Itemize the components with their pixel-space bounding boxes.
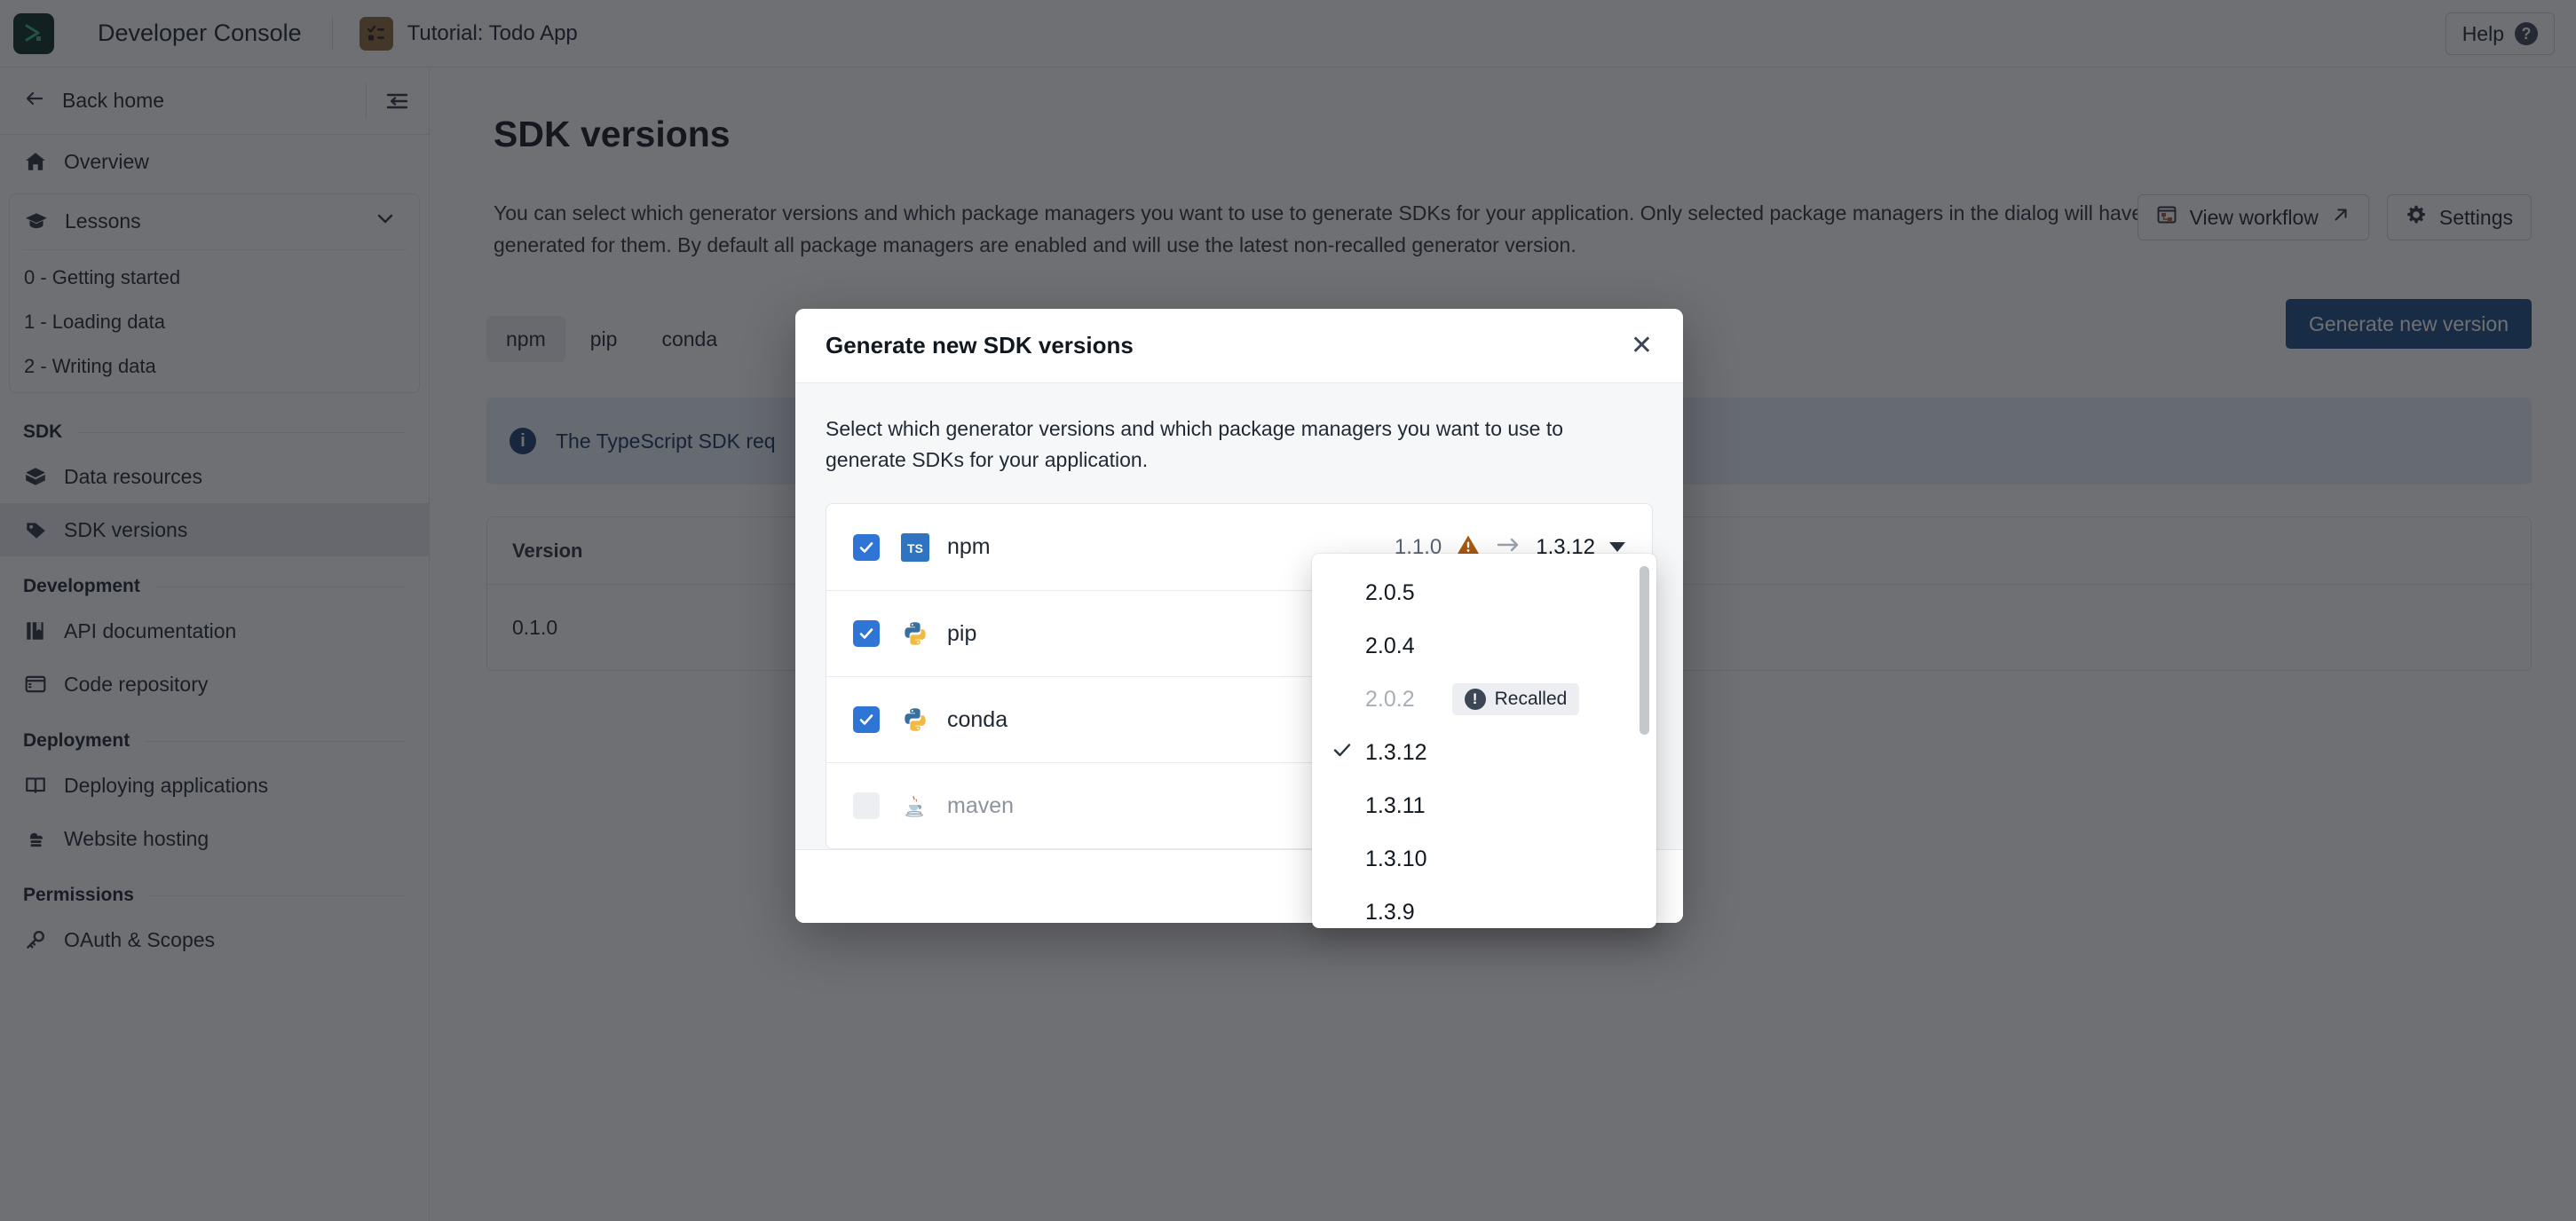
dropdown-option-label: 1.3.9: [1365, 899, 1415, 925]
dropdown-option[interactable]: 1.3.10: [1312, 832, 1656, 886]
python-icon: [899, 619, 931, 648]
dropdown-option-label: 1.3.11: [1365, 792, 1426, 818]
dropdown-option[interactable]: 2.0.4: [1312, 619, 1656, 673]
dropdown-option-recalled[interactable]: 2.0.2 ! Recalled: [1312, 673, 1656, 726]
modal-header: Generate new SDK versions ✕: [795, 309, 1683, 383]
dropdown-option-label: 2.0.4: [1365, 633, 1415, 658]
svg-text:TS: TS: [907, 541, 923, 555]
dropdown-option-label: 2.0.2: [1365, 686, 1415, 712]
status-badge: ! Recalled: [1451, 683, 1580, 715]
dropdown-option-label: 2.0.5: [1365, 579, 1415, 605]
python-icon: [899, 705, 931, 734]
dropdown-option[interactable]: 1.3.9: [1312, 886, 1656, 928]
close-icon[interactable]: ✕: [1631, 332, 1653, 359]
dropdown-option-label: 1.3.10: [1365, 846, 1427, 871]
version-dropdown-menu: 2.0.5 2.0.4 2.0.2 ! Recalled 1.3.12 1.3.…: [1312, 554, 1656, 928]
caret-down-icon[interactable]: [1609, 542, 1625, 552]
package-manager-name: npm: [947, 534, 991, 559]
modal-subtitle: Select which generator versions and whic…: [826, 417, 1564, 471]
package-manager-name: conda: [947, 706, 1008, 732]
dropdown-scrollbar-thumb[interactable]: [1640, 566, 1649, 735]
dropdown-option-selected[interactable]: 1.3.12: [1312, 726, 1656, 779]
checkbox-npm[interactable]: [853, 533, 880, 561]
modal-title: Generate new SDK versions: [826, 332, 1134, 358]
java-icon: [899, 792, 931, 819]
dropdown-option[interactable]: 2.0.5: [1312, 566, 1656, 619]
checkbox-conda[interactable]: [853, 706, 880, 733]
checkbox-pip[interactable]: [853, 620, 880, 647]
checkbox-maven[interactable]: [853, 792, 880, 819]
package-manager-name: maven: [947, 792, 1015, 818]
status-badge-label: Recalled: [1494, 689, 1568, 709]
dropdown-option-label: 1.3.12: [1365, 739, 1427, 765]
dropdown-option[interactable]: 1.3.11: [1312, 779, 1656, 832]
check-icon: [1331, 739, 1355, 767]
typescript-icon: TS: [899, 532, 931, 562]
exclamation-circle-icon: !: [1464, 689, 1486, 710]
package-manager-name: pip: [947, 620, 977, 646]
